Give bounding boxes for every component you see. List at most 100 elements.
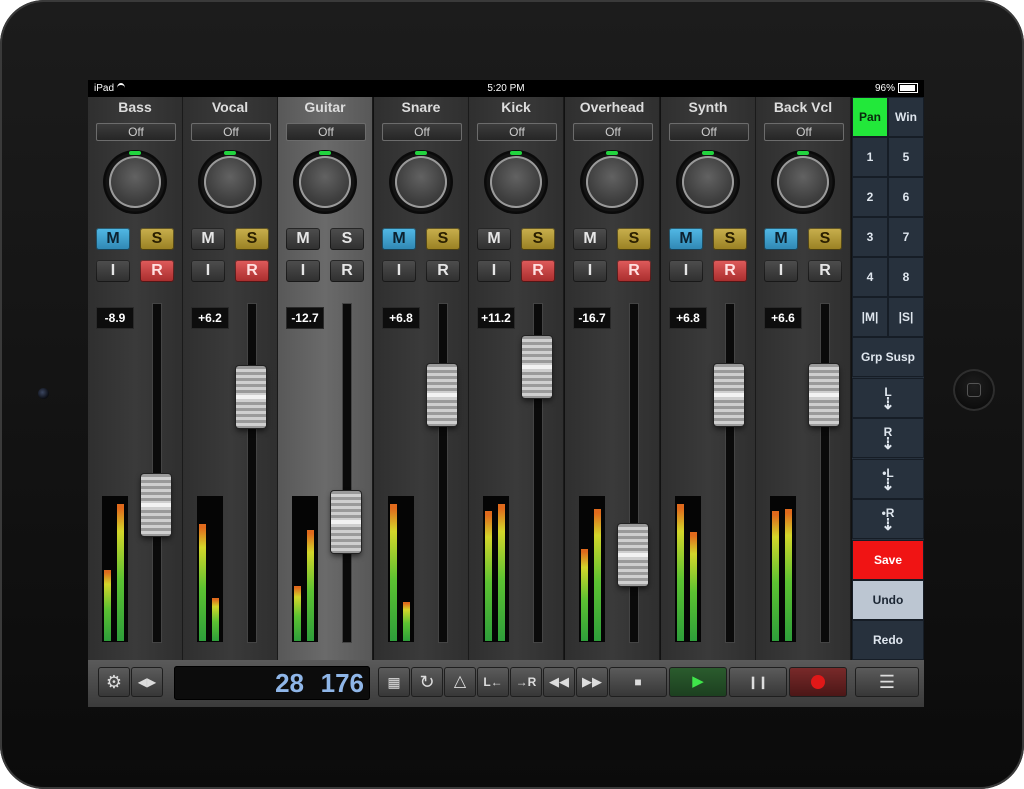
mute-button[interactable]: M [573,228,607,250]
mute-button[interactable]: M [764,228,798,250]
rewind-button[interactable]: ◀◀ [543,667,575,697]
bank-button[interactable]: 5 [888,137,924,177]
pan-view-button[interactable]: Pan [852,97,888,137]
automation-mode-button[interactable]: Off [286,123,366,141]
automation-mode-button[interactable]: Off [573,123,653,141]
automation-mode-button[interactable]: Off [477,123,557,141]
record-arm-button[interactable]: R [140,260,174,282]
to-right-locator-button[interactable]: →R [510,667,542,697]
solo-button[interactable]: S [426,228,460,250]
automation-mode-button[interactable]: Off [669,123,749,141]
channel-strip[interactable]: Overhead Off M S I R -16.7 [565,97,660,660]
solo-button[interactable]: S [808,228,842,250]
record-arm-button[interactable]: R [330,260,364,282]
save-button[interactable]: Save [852,540,924,580]
automation-mode-button[interactable]: Off [191,123,271,141]
mute-button[interactable]: M [669,228,703,250]
clear-solos-button[interactable]: |S| [888,297,924,337]
channel-name[interactable]: Bass [88,99,182,115]
input-monitor-button[interactable]: I [573,260,607,282]
mute-button[interactable]: M [96,228,130,250]
mute-button[interactable]: M [477,228,511,250]
channel-name[interactable]: Snare [374,99,468,115]
fader-track[interactable] [629,303,639,643]
channel-name[interactable]: Kick [469,99,563,115]
input-monitor-button[interactable]: I [191,260,225,282]
volume-fader[interactable] [809,363,839,426]
set-right-locator-button[interactable]: •R ⇣ [852,499,924,539]
input-monitor-button[interactable]: I [286,260,320,282]
record-arm-button[interactable]: R [521,260,555,282]
grid-button[interactable]: ▦ [378,667,410,697]
record-arm-button[interactable]: R [808,260,842,282]
channel-strip[interactable]: Kick Off M S I R +11.2 [469,97,564,660]
record-arm-button[interactable]: R [235,260,269,282]
pan-knob[interactable] [682,156,734,208]
channel-name[interactable]: Guitar [278,99,372,115]
fader-track[interactable] [342,303,352,643]
volume-fader[interactable] [427,363,457,426]
bank-button[interactable]: 6 [888,177,924,217]
mute-button[interactable]: M [286,228,320,250]
go-left-locator-button[interactable]: L ⇣ [852,378,924,418]
input-monitor-button[interactable]: I [764,260,798,282]
channel-name[interactable]: Overhead [565,99,659,115]
window-view-button[interactable]: Win [888,97,924,137]
pan-knob[interactable] [204,156,256,208]
undo-button[interactable]: Undo [852,580,924,620]
fader-track[interactable] [152,303,162,643]
metronome-button[interactable]: △ [444,667,476,697]
pan-knob[interactable] [299,156,351,208]
stop-button[interactable]: ■ [609,667,667,697]
channel-strip[interactable]: Vocal Off M S I R +6.2 [183,97,278,660]
redo-button[interactable]: Redo [852,620,924,660]
play-button[interactable]: ▶ [669,667,727,697]
channel-name[interactable]: Back Vcl [756,99,850,115]
solo-button[interactable]: S [330,228,364,250]
pan-knob[interactable] [395,156,447,208]
to-left-locator-button[interactable]: L← [477,667,509,697]
bank-button[interactable]: 1 [852,137,888,177]
input-monitor-button[interactable]: I [382,260,416,282]
fader-track[interactable] [820,303,830,643]
solo-button[interactable]: S [521,228,555,250]
bank-button[interactable]: 8 [888,257,924,297]
volume-fader[interactable] [618,523,648,586]
menu-button[interactable]: ☰ [855,667,919,697]
channel-name[interactable]: Vocal [183,99,277,115]
input-monitor-button[interactable]: I [477,260,511,282]
solo-button[interactable]: S [713,228,747,250]
record-arm-button[interactable]: R [617,260,651,282]
fast-forward-button[interactable]: ▶▶ [576,667,608,697]
pan-knob[interactable] [109,156,161,208]
cycle-button[interactable]: ↻ [411,667,443,697]
solo-button[interactable]: S [140,228,174,250]
channel-name[interactable]: Synth [661,99,755,115]
channel-strip[interactable]: Back Vcl Off M S I R +6.6 [756,97,851,660]
input-monitor-button[interactable]: I [669,260,703,282]
pan-knob[interactable] [777,156,829,208]
pan-knob[interactable] [586,156,638,208]
volume-fader[interactable] [141,474,171,537]
channel-strip[interactable]: Snare Off M S I R +6.8 [374,97,469,660]
volume-fader[interactable] [236,366,266,429]
channel-strip[interactable]: Guitar Off M S I R -12.7 [278,97,373,660]
volume-fader[interactable] [522,336,552,399]
automation-mode-button[interactable]: Off [96,123,176,141]
pan-knob[interactable] [490,156,542,208]
fader-track[interactable] [725,303,735,643]
volume-fader[interactable] [331,490,361,553]
record-button[interactable] [789,667,847,697]
automation-mode-button[interactable]: Off [764,123,844,141]
channel-strip[interactable]: Synth Off M S I R +6.8 [661,97,756,660]
fader-track[interactable] [247,303,257,643]
bank-button[interactable]: 3 [852,217,888,257]
bank-button[interactable]: 4 [852,257,888,297]
bank-button[interactable]: 7 [888,217,924,257]
group-suspend-button[interactable]: Grp Susp [852,337,924,377]
go-right-locator-button[interactable]: R ⇣ [852,418,924,458]
home-button[interactable] [953,369,995,411]
scroll-channels-button[interactable]: ◀▶ [131,667,163,697]
volume-fader[interactable] [714,363,744,426]
record-arm-button[interactable]: R [426,260,460,282]
